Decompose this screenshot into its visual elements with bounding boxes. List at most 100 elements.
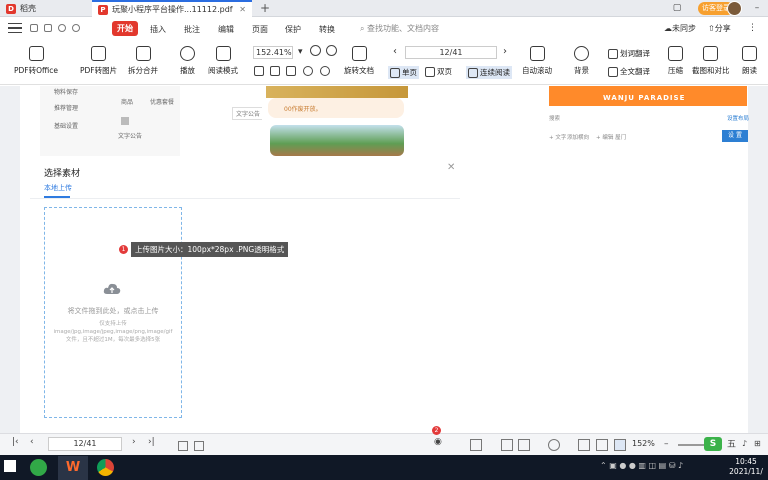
- menu-insert[interactable]: 插入: [150, 24, 166, 35]
- share-button[interactable]: ⇧分享: [708, 23, 731, 34]
- screenshot-compare-button[interactable]: 截图和对比: [692, 46, 730, 76]
- next-page-icon[interactable]: ›: [132, 437, 136, 447]
- preview-label: 文字公告: [118, 133, 143, 140]
- back-icon[interactable]: [178, 441, 188, 451]
- auto-scroll-button[interactable]: 自动滚动: [522, 46, 552, 76]
- play-icon[interactable]: [548, 439, 560, 451]
- rotate-left-button[interactable]: [303, 66, 315, 76]
- start-menu-icon[interactable]: [4, 460, 16, 472]
- previous-page-icon[interactable]: ‹: [393, 46, 397, 57]
- tooltip: 上传图片大小：100px*28px .PNG透明格式: [131, 242, 289, 257]
- zoom-slider[interactable]: [678, 444, 706, 446]
- tab-pdf-document[interactable]: P 玩聚小程序平台操作...11112.pdf ✕: [92, 0, 252, 17]
- zoom-out-icon[interactable]: –: [664, 439, 669, 449]
- zoom-out-icon[interactable]: [310, 45, 321, 56]
- eye-mode-icon[interactable]: ◉: [434, 437, 442, 447]
- fit-page-icon: [286, 66, 296, 76]
- rotate-left-icon: [303, 66, 313, 76]
- actual-size-icon[interactable]: [578, 439, 590, 451]
- ime-icon[interactable]: ♪: [742, 439, 747, 448]
- pdf-to-office-button[interactable]: PDF转Office: [14, 46, 58, 76]
- chrome-icon[interactable]: [97, 459, 114, 476]
- window-count-icon[interactable]: ▢: [668, 0, 686, 17]
- menu-edit[interactable]: 编辑: [218, 24, 234, 35]
- preview-label: 商品: [121, 99, 134, 106]
- menu-annotate[interactable]: 批注: [184, 24, 200, 35]
- dialog-title: 选择素材: [44, 169, 81, 179]
- single-page-icon[interactable]: [501, 439, 513, 451]
- play-button[interactable]: 播放: [180, 46, 195, 76]
- fit-width-button[interactable]: [270, 66, 282, 76]
- single-page-icon: [390, 67, 400, 78]
- single-page-button[interactable]: 单页: [388, 66, 419, 79]
- full-translate-button[interactable]: 全文翻译: [608, 66, 650, 77]
- redo-icon[interactable]: [72, 24, 80, 32]
- status-zoom-value[interactable]: 152%: [632, 439, 655, 448]
- tab-label: 玩聚小程序平台操作...11112.pdf: [112, 5, 233, 14]
- pdf-to-image-button[interactable]: PDF转图片: [80, 46, 117, 76]
- forward-icon[interactable]: [194, 441, 204, 451]
- pdf-to-image-icon: [91, 46, 107, 61]
- background-button[interactable]: 背景: [574, 46, 589, 76]
- close-tab-icon[interactable]: ✕: [239, 5, 246, 14]
- undo-icon[interactable]: [58, 24, 66, 32]
- avatar[interactable]: [727, 1, 742, 16]
- tab-label: 稻壳: [20, 4, 36, 13]
- dialog-close-icon[interactable]: ✕: [447, 162, 455, 173]
- fit-width-icon[interactable]: [470, 439, 482, 451]
- compress-button[interactable]: 压缩: [668, 46, 683, 76]
- tray-icons[interactable]: ⌃ ▣ ● ● ▥ ◫ ▤ ⛁ ♪: [600, 461, 683, 470]
- fit-page-icon[interactable]: [596, 439, 608, 451]
- hamburger-menu-icon[interactable]: [8, 21, 22, 35]
- word-translate-button[interactable]: 划词翻译: [608, 48, 650, 59]
- continuous-read-button[interactable]: 连续阅读: [466, 66, 512, 79]
- menu-page[interactable]: 页面: [252, 24, 268, 35]
- read-aloud-icon: [742, 46, 757, 61]
- ime-more-icon[interactable]: ⊞: [754, 439, 761, 448]
- new-tab-button[interactable]: +: [260, 0, 270, 17]
- continuous-icon[interactable]: [614, 439, 626, 451]
- app-360-icon[interactable]: [30, 459, 47, 476]
- zoom-in-icon[interactable]: [326, 45, 337, 56]
- preview-menu-item: 物料保存: [54, 89, 79, 96]
- auto-scroll-icon: [529, 46, 545, 61]
- more-menu-icon[interactable]: ⋮: [748, 23, 757, 33]
- preview-label: 优惠套餐: [150, 99, 175, 106]
- tab-local-upload[interactable]: 本地上传: [44, 183, 72, 193]
- save-icon[interactable]: [44, 24, 52, 32]
- status-page-input[interactable]: 12/41: [48, 437, 122, 451]
- menu-protect[interactable]: 保护: [285, 24, 301, 35]
- tab-docer[interactable]: D 稻壳: [0, 0, 92, 17]
- rotate-right-button[interactable]: [320, 66, 332, 76]
- page-number-input[interactable]: 12/41: [405, 46, 497, 59]
- system-clock[interactable]: 10:45 2021/11/: [724, 457, 768, 477]
- sync-status-button[interactable]: ☁未同步: [664, 23, 696, 34]
- split-merge-button[interactable]: 拆分合并: [128, 46, 158, 76]
- search-input[interactable]: ⌕ 查找功能、文档内容: [360, 23, 439, 34]
- open-file-icon[interactable]: [30, 24, 38, 32]
- ime-status[interactable]: 五: [727, 437, 736, 450]
- first-page-icon[interactable]: |‹: [12, 437, 19, 447]
- tooltip-badge: 1: [119, 245, 128, 254]
- zoom-dropdown-icon[interactable]: ▾: [298, 47, 303, 57]
- cloud-upload-icon: [103, 283, 121, 294]
- next-page-icon[interactable]: ›: [503, 46, 507, 57]
- brand-text: WANJU PARADISE: [603, 94, 686, 102]
- menu-start[interactable]: 开始: [112, 21, 138, 36]
- upload-hint: 仅支持上传image/jpg,image/jpeg,image/png,imag…: [53, 321, 173, 343]
- double-page-button[interactable]: 双页: [425, 66, 452, 77]
- previous-page-icon[interactable]: ‹: [30, 437, 34, 447]
- minimize-icon[interactable]: –: [748, 0, 766, 17]
- split-merge-icon: [135, 46, 151, 61]
- actual-size-button[interactable]: [254, 66, 266, 76]
- zoom-input[interactable]: 152.41%: [253, 46, 293, 59]
- wps-taskbar-icon[interactable]: W: [58, 456, 88, 480]
- pdf-file-icon: P: [98, 4, 108, 15]
- rotate-document-button[interactable]: 旋转文档: [344, 46, 374, 76]
- read-aloud-button[interactable]: 朗读: [742, 46, 757, 76]
- last-page-icon[interactable]: ›|: [148, 437, 155, 447]
- double-page-icon[interactable]: [518, 439, 530, 451]
- read-mode-button[interactable]: 阅读模式: [208, 46, 238, 76]
- menu-convert[interactable]: 转换: [319, 24, 335, 35]
- fit-page-button[interactable]: [286, 66, 298, 76]
